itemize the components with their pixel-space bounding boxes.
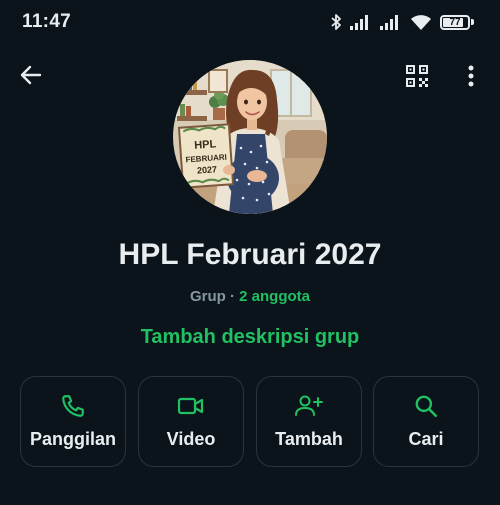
add-person-icon [294,393,324,419]
status-time: 11:47 [22,11,72,32]
add-button-label: Tambah [275,429,343,449]
add-member-button[interactable]: Tambah [256,376,362,467]
add-description-link[interactable]: Tambah deskripsi grup [0,326,500,349]
signal-icon [380,14,402,30]
group-avatar[interactable]: HPL FEBRUARI 2027 [173,60,327,214]
status-bar: 11:47 77 [0,0,500,44]
group-name: HPL Februari 2027 [118,238,382,271]
search-icon [413,393,439,419]
more-vertical-icon [468,65,474,92]
group-meta: Grup · 2 anggota [0,288,500,305]
phone-icon [60,393,86,419]
sign-text-hpl: HPL [194,138,217,152]
bluetooth-icon [330,13,342,31]
member-count-link[interactable]: 2 anggota [239,288,310,305]
search-button[interactable]: Cari [373,376,479,467]
qr-code-icon [405,64,429,93]
group-type: Grup [189,288,226,305]
battery-icon: 77 [440,14,470,30]
battery-level: 77 [449,16,461,28]
search-button-label: Cari [408,429,444,449]
back-button[interactable] [14,60,48,94]
arrow-left-icon [19,63,43,92]
sign-text-year: 2027 [197,164,218,175]
wifi-icon [410,14,432,31]
video-button-label: Video [166,429,216,449]
video-call-button[interactable]: Video [138,376,244,467]
meta-separator: · [230,288,235,305]
more-options-button[interactable] [456,61,486,95]
call-button-label: Panggilan [29,429,116,449]
video-camera-icon [177,393,205,419]
call-button[interactable]: Panggilan [20,376,126,467]
signal-icon [350,14,372,30]
status-icons: 77 [330,12,474,32]
qr-code-button[interactable] [400,61,434,95]
